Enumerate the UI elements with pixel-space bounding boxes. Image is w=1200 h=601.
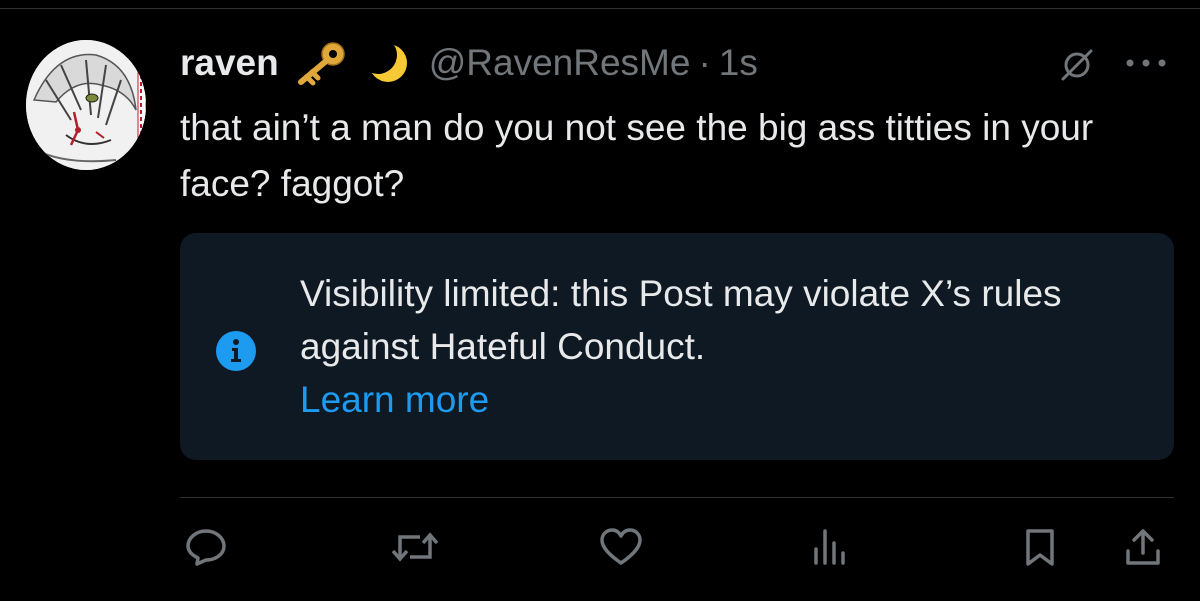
notice-text: Visibility limited: this Post may violat… xyxy=(300,267,1160,426)
post-header: raven @RavenResMe · 1s xyxy=(180,38,758,88)
author-handle[interactable]: @RavenResMe xyxy=(429,42,691,84)
author-name[interactable]: raven xyxy=(180,42,279,84)
post-time[interactable]: 1s xyxy=(719,42,758,84)
crescent-moon-emoji xyxy=(362,40,413,86)
bookmark-icon[interactable] xyxy=(1020,527,1060,572)
repost-icon[interactable] xyxy=(390,527,440,572)
learn-more-link[interactable]: Learn more xyxy=(300,373,1160,426)
notice-message: Visibility limited: this Post may violat… xyxy=(300,273,1062,367)
share-icon[interactable] xyxy=(1123,527,1163,572)
grok-icon[interactable] xyxy=(1058,46,1096,89)
key-emoji xyxy=(293,40,349,86)
more-options-icon[interactable] xyxy=(1122,55,1170,76)
reply-icon[interactable] xyxy=(183,527,229,572)
visibility-notice: Visibility limited: this Post may violat… xyxy=(180,233,1174,460)
post-text: that ain’t a man do you not see the big … xyxy=(180,107,1094,204)
action-divider xyxy=(180,497,1174,498)
separator-dot: · xyxy=(698,42,711,83)
avatar[interactable] xyxy=(26,40,146,170)
views-icon[interactable] xyxy=(810,527,850,572)
info-icon xyxy=(216,331,256,376)
top-divider xyxy=(0,8,1200,9)
like-icon[interactable] xyxy=(598,527,644,572)
